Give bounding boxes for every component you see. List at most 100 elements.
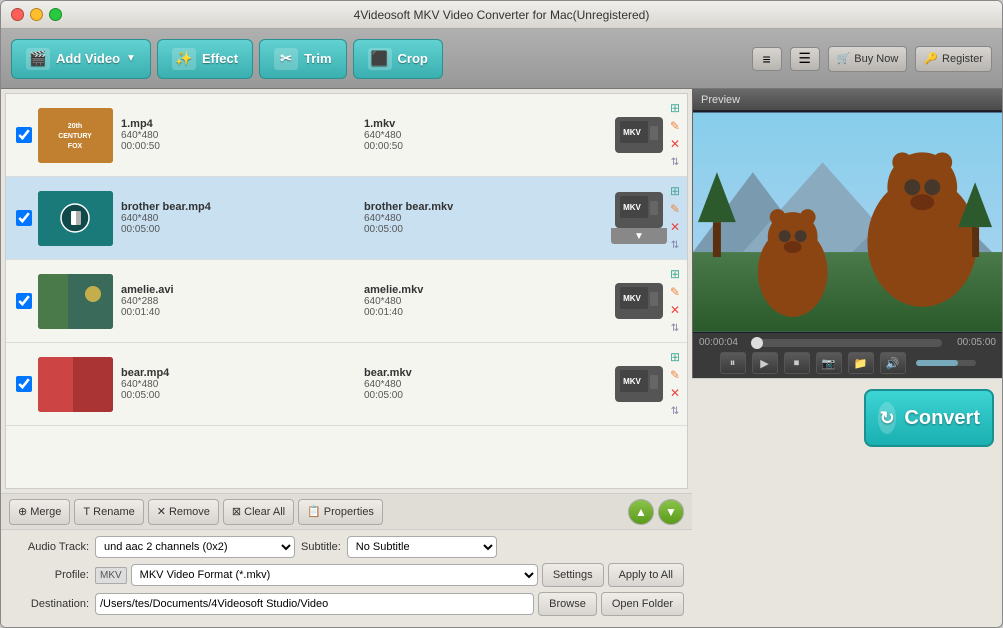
preview-header-label: Preview [701, 94, 740, 106]
apply-to-all-button[interactable]: Apply to All [608, 563, 684, 587]
row-4-move-icon[interactable]: ⇅ [667, 403, 683, 419]
progress-track[interactable] [753, 339, 942, 347]
preview-scene [693, 111, 1002, 333]
row-2-format-expand[interactable]: ▼ [611, 228, 667, 244]
row-2-format-dropdown: MKV ▼ [611, 192, 667, 244]
convert-refresh-icon: ↻ [878, 402, 896, 434]
preview-panel: Preview [692, 89, 1002, 378]
row-4-checkbox[interactable] [16, 376, 32, 392]
row-2-source-size: 640*480 [121, 213, 364, 224]
destination-row: Destination: /Users/tes/Documents/4Video… [9, 592, 684, 616]
profile-select[interactable]: MKV Video Format (*.mkv) [131, 564, 538, 586]
row-2-dest-info: brother bear.mkv 640*480 00:05:00 [364, 201, 607, 235]
row-4-format-section: MKV ⊞ ✎ ✕ ⇅ [611, 349, 683, 419]
row-4-expand-icon[interactable]: ⊞ [667, 349, 683, 365]
merge-button[interactable]: ⊕ Merge [9, 499, 70, 525]
row-2-dest-size: 640*480 [364, 213, 607, 224]
row-1-move-icon[interactable]: ⇅ [667, 154, 683, 170]
row-2-format-section: MKV ▼ ⊞ ✎ ✕ ⇅ [611, 183, 683, 253]
buy-now-label: Buy Now [854, 53, 898, 65]
properties-label: Properties [324, 506, 374, 518]
row-3-source-info: amelie.avi 640*288 00:01:40 [121, 284, 364, 318]
row-3-dest-size: 640*480 [364, 296, 607, 307]
remove-button[interactable]: ✕ Remove [148, 499, 219, 525]
buy-now-icon: 🛒 [837, 52, 851, 65]
svg-text:MKV: MKV [623, 377, 641, 386]
add-video-button[interactable]: 🎬 Add Video ▼ [11, 39, 151, 79]
row-1-format-section: MKV ⊞ ✎ ✕ ⇅ [611, 100, 683, 170]
row-3-delete-icon[interactable]: ✕ [667, 302, 683, 318]
view-list-button[interactable]: ≡ [752, 47, 782, 71]
row-1-format-badge[interactable]: MKV [615, 117, 663, 153]
view-grid-button[interactable]: ☰ [790, 47, 820, 71]
row-3-move-icon[interactable]: ⇅ [667, 320, 683, 336]
svg-text:MKV: MKV [623, 128, 641, 137]
row-1-expand-icon[interactable]: ⊞ [667, 100, 683, 116]
stop-button[interactable]: ⏹ [784, 352, 810, 374]
row-1-source-name: 1.mp4 [121, 118, 364, 130]
rename-button[interactable]: T Rename [74, 499, 143, 525]
row-2-expand-icon[interactable]: ⊞ [667, 183, 683, 199]
audio-track-select[interactable]: und aac 2 channels (0x2) [95, 536, 295, 558]
row-2-edit-icon[interactable]: ✎ [667, 201, 683, 217]
move-up-button[interactable]: ▲ [628, 499, 654, 525]
row-3-format-badge[interactable]: MKV [615, 283, 663, 319]
clear-all-button[interactable]: ⊠ Clear All [223, 499, 294, 525]
open-folder-button[interactable]: Open Folder [601, 592, 684, 616]
row-3-dest-dur: 00:01:40 [364, 307, 607, 318]
row-2-delete-icon[interactable]: ✕ [667, 219, 683, 235]
convert-button[interactable]: ↻ Convert [864, 389, 994, 447]
row-3-expand-icon[interactable]: ⊞ [667, 266, 683, 282]
refresh-symbol: ↻ [880, 408, 895, 429]
close-button[interactable] [11, 8, 24, 21]
row-2-checkbox[interactable] [16, 210, 32, 226]
register-button[interactable]: 🔑 Register [915, 46, 992, 72]
main-toolbar: 🎬 Add Video ▼ ✨ Effect ✂ Trim ⬛ Crop ≡ ☰… [1, 29, 1002, 89]
crop-icon: ⬛ [368, 48, 392, 70]
row-1-thumbnail: 20th CENTURY FOX [38, 108, 113, 163]
volume-icon[interactable]: 🔊 [880, 352, 906, 374]
row-4-format-badge[interactable]: MKV [615, 366, 663, 402]
file-list: 20th CENTURY FOX 1.mp4 640*480 00:00:50 … [5, 93, 688, 489]
destination-input[interactable]: /Users/tes/Documents/4Videosoft Studio/V… [95, 593, 534, 615]
row-1-checkbox[interactable] [16, 127, 32, 143]
row-4-actions: ⊞ ✎ ✕ ⇅ [667, 349, 683, 419]
play-button[interactable]: ▶ [752, 352, 778, 374]
folder-button[interactable]: 📁 [848, 352, 874, 374]
main-content: 20th CENTURY FOX 1.mp4 640*480 00:00:50 … [1, 89, 1002, 627]
row-4-source-info: bear.mp4 640*480 00:05:00 [121, 367, 364, 401]
crop-button[interactable]: ⬛ Crop [353, 39, 443, 79]
current-time: 00:00:04 [699, 337, 747, 348]
total-time: 00:05:00 [948, 337, 996, 348]
row-3-edit-icon[interactable]: ✎ [667, 284, 683, 300]
row-3-checkbox[interactable] [16, 293, 32, 309]
row-1-delete-icon[interactable]: ✕ [667, 136, 683, 152]
pause-button[interactable]: ⏸ [720, 352, 746, 374]
progress-thumb [751, 337, 763, 349]
subtitle-select[interactable]: No Subtitle [347, 536, 497, 558]
row-4-dest-name: bear.mkv [364, 367, 607, 379]
row-4-edit-icon[interactable]: ✎ [667, 367, 683, 383]
add-video-dropdown-arrow[interactable]: ▼ [126, 53, 136, 64]
trim-button[interactable]: ✂ Trim [259, 39, 346, 79]
minimize-button[interactable] [30, 8, 43, 21]
screenshot-button[interactable]: 📷 [816, 352, 842, 374]
browse-button[interactable]: Browse [538, 592, 597, 616]
svg-text:FOX: FOX [68, 143, 83, 150]
row-4-delete-icon[interactable]: ✕ [667, 385, 683, 401]
settings-button[interactable]: Settings [542, 563, 604, 587]
volume-slider[interactable] [916, 360, 976, 366]
row-1-edit-icon[interactable]: ✎ [667, 118, 683, 134]
table-row: brother bear.mp4 640*480 00:05:00 brothe… [6, 177, 687, 260]
row-2-actions: ⊞ ✎ ✕ ⇅ [667, 183, 683, 253]
effect-button[interactable]: ✨ Effect [157, 39, 253, 79]
row-2-format-badge[interactable]: MKV [615, 192, 663, 228]
buy-now-button[interactable]: 🛒 Buy Now [828, 46, 908, 72]
properties-icon: 📋 [307, 505, 321, 518]
move-down-button[interactable]: ▼ [658, 499, 684, 525]
properties-button[interactable]: 📋 Properties [298, 499, 383, 525]
row-1-dest-dur: 00:00:50 [364, 141, 607, 152]
row-3-dest-info: amelie.mkv 640*480 00:01:40 [364, 284, 607, 318]
row-2-move-icon[interactable]: ⇅ [667, 237, 683, 253]
maximize-button[interactable] [49, 8, 62, 21]
